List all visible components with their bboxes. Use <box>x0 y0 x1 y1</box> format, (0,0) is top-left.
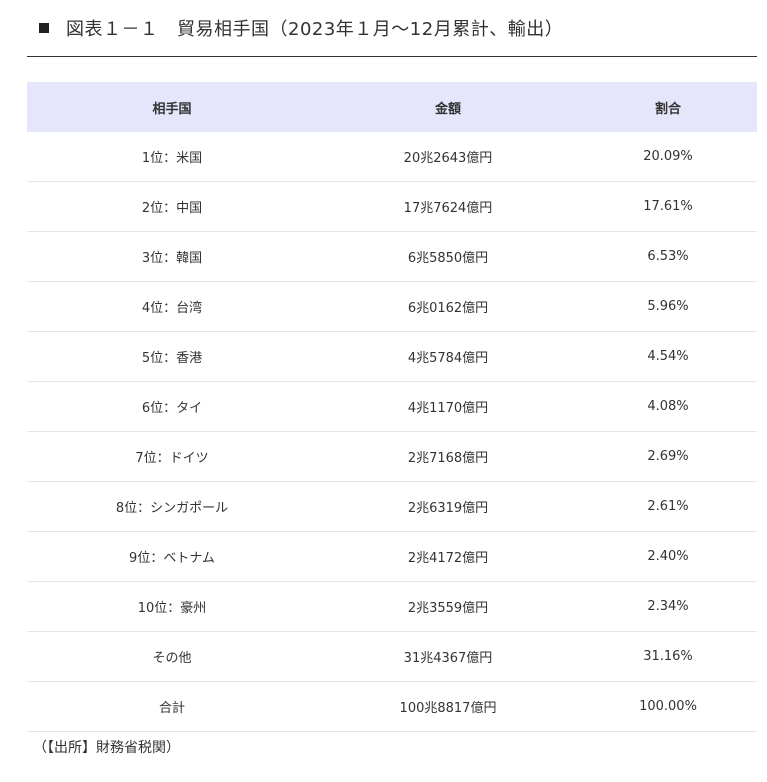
country-cell: 1位：米国 <box>27 132 317 182</box>
share-cell: 5.96% <box>579 281 757 332</box>
country-cell: 5位：香港 <box>27 331 317 382</box>
amount-cell: 4兆5784億円 <box>317 331 579 382</box>
figure-heading: 図表１－１ 貿易相手国（2023年１月～12月累計、輸出） <box>27 0 757 57</box>
table-row: 3位：韓国 6兆5850億円 6.53% <box>27 231 757 282</box>
amount-cell: 2兆7168億円 <box>317 431 579 482</box>
amount-cell: 20兆2643億円 <box>317 132 579 182</box>
share-cell: 4.08% <box>579 381 757 432</box>
column-header-share: 割合 <box>579 82 757 132</box>
column-header-amount: 金額 <box>317 82 579 132</box>
country-cell: 10位：豪州 <box>27 581 317 632</box>
country-cell: 7位：ドイツ <box>27 431 317 482</box>
table-row: 2位：中国 17兆7624億円 17.61% <box>27 181 757 232</box>
amount-cell: 100兆8817億円 <box>317 681 579 732</box>
square-bullet-icon <box>39 23 49 33</box>
source-note: （【出所】財務省税関） <box>33 740 180 756</box>
amount-cell: 2兆3559億円 <box>317 581 579 632</box>
table-row: 6位：タイ 4兆1170億円 4.08% <box>27 381 757 432</box>
table-row: 9位：ベトナム 2兆4172億円 2.40% <box>27 531 757 582</box>
country-cell: 4位：台湾 <box>27 281 317 332</box>
share-cell: 4.54% <box>579 331 757 382</box>
amount-cell: 2兆4172億円 <box>317 531 579 582</box>
table-row: 4位：台湾 6兆0162億円 5.96% <box>27 281 757 332</box>
share-cell: 31.16% <box>579 631 757 682</box>
country-cell: 6位：タイ <box>27 381 317 432</box>
country-cell: 3位：韓国 <box>27 231 317 282</box>
table-row: 1位：米国 20兆2643億円 20.09% <box>27 132 757 182</box>
share-cell: 2.69% <box>579 431 757 482</box>
amount-cell: 6兆0162億円 <box>317 281 579 332</box>
table-total-row: 合計 100兆8817億円 100.00% <box>27 681 757 732</box>
table-header-row: 相手国 金額 割合 <box>27 82 757 132</box>
share-cell: 2.40% <box>579 531 757 582</box>
figure-title: 図表１－１ 貿易相手国（2023年１月～12月累計、輸出） <box>66 19 564 40</box>
country-cell: その他 <box>27 631 317 682</box>
country-cell: 合計 <box>27 681 317 732</box>
amount-cell: 31兆4367億円 <box>317 631 579 682</box>
country-cell: 8位：シンガポール <box>27 481 317 532</box>
amount-cell: 17兆7624億円 <box>317 181 579 232</box>
share-cell: 2.34% <box>579 581 757 632</box>
table-row: その他 31兆4367億円 31.16% <box>27 631 757 682</box>
country-cell: 9位：ベトナム <box>27 531 317 582</box>
column-header-country: 相手国 <box>27 82 317 132</box>
table-row: 8位：シンガポール 2兆6319億円 2.61% <box>27 481 757 532</box>
share-cell: 17.61% <box>579 181 757 232</box>
amount-cell: 4兆1170億円 <box>317 381 579 432</box>
table-row: 5位：香港 4兆5784億円 4.54% <box>27 331 757 382</box>
share-cell: 6.53% <box>579 231 757 282</box>
table-row: 10位：豪州 2兆3559億円 2.34% <box>27 581 757 632</box>
trade-partner-table: 相手国 金額 割合 1位：米国 20兆2643億円 20.09% 2位：中国 1… <box>27 82 757 732</box>
amount-cell: 2兆6319億円 <box>317 481 579 532</box>
country-cell: 2位：中国 <box>27 181 317 232</box>
share-cell: 100.00% <box>579 681 757 732</box>
table-row: 7位：ドイツ 2兆7168億円 2.69% <box>27 431 757 482</box>
amount-cell: 6兆5850億円 <box>317 231 579 282</box>
share-cell: 20.09% <box>579 132 757 182</box>
share-cell: 2.61% <box>579 481 757 532</box>
